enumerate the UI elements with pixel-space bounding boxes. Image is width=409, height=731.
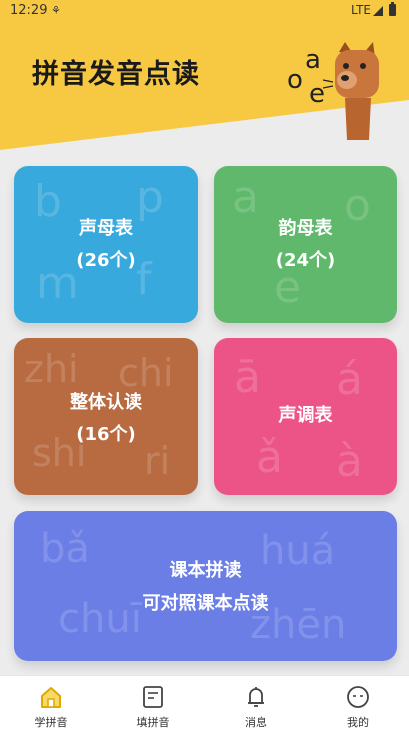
tab-learn-pinyin[interactable]: 学拼音 — [0, 676, 102, 731]
deco-letter: chi — [118, 351, 174, 395]
tab-label: 消息 — [245, 716, 267, 729]
textbook-card[interactable]: bǎ huá chuī zhēn 课本拼读 可对照课本点读 — [14, 511, 397, 661]
home-icon — [41, 687, 61, 708]
card-count: (26个) — [76, 250, 136, 271]
tab-label: 我的 — [347, 716, 369, 729]
deco-letter: ā — [234, 352, 261, 403]
network-type: LTE — [351, 3, 371, 17]
bottom-tab-bar: 学拼音 填拼音 消息 我的 — [0, 675, 409, 731]
signal-icon — [373, 6, 383, 16]
mascot-letter-e: e — [309, 79, 325, 109]
card-title: 声母表 — [79, 218, 133, 239]
mascot-letter-o: o — [287, 65, 303, 95]
form-icon — [143, 686, 163, 708]
tab-label: 学拼音 — [34, 716, 68, 729]
status-time: 12:29 — [10, 3, 48, 18]
tab-fill-pinyin[interactable]: 填拼音 — [102, 676, 204, 731]
card-count: (16个) — [76, 424, 136, 445]
deco-letter: à — [336, 436, 363, 487]
status-bar: 12:29 ⚘ LTE — [0, 0, 409, 24]
card-title: 整体认读 — [70, 392, 142, 413]
card-title: 韵母表 — [278, 218, 333, 239]
mascot-letter-a: a — [305, 45, 321, 75]
bell-icon — [248, 687, 264, 707]
deco-letter: zhi — [24, 347, 79, 391]
finals-card[interactable]: a o e 韵母表 (24个) — [214, 166, 397, 323]
whole-syllables-card[interactable]: zhi chi shi ri 整体认读 (16个) — [14, 338, 198, 495]
profile-icon — [347, 686, 369, 708]
tab-profile[interactable]: 我的 — [307, 676, 409, 731]
tones-card[interactable]: ā á ǎ à 声调表 — [214, 338, 397, 495]
deco-letter: ǎ — [256, 432, 283, 483]
tab-label: 填拼音 — [136, 716, 170, 729]
deco-letter: á — [336, 354, 363, 405]
card-count: (24个) — [275, 250, 336, 271]
card-subtitle: 可对照课本点读 — [142, 593, 269, 614]
mascot-dog-icon: o a e — [287, 42, 379, 140]
card-title: 声调表 — [278, 405, 333, 426]
initials-card[interactable]: b p m f 声母表 (26个) — [14, 166, 198, 323]
notification-icon: ⚘ — [51, 4, 61, 17]
card-title: 课本拼读 — [169, 560, 242, 581]
battery-icon — [389, 2, 396, 16]
page-title: 拼音发音点读 — [32, 59, 200, 90]
tab-messages[interactable]: 消息 — [205, 676, 307, 731]
